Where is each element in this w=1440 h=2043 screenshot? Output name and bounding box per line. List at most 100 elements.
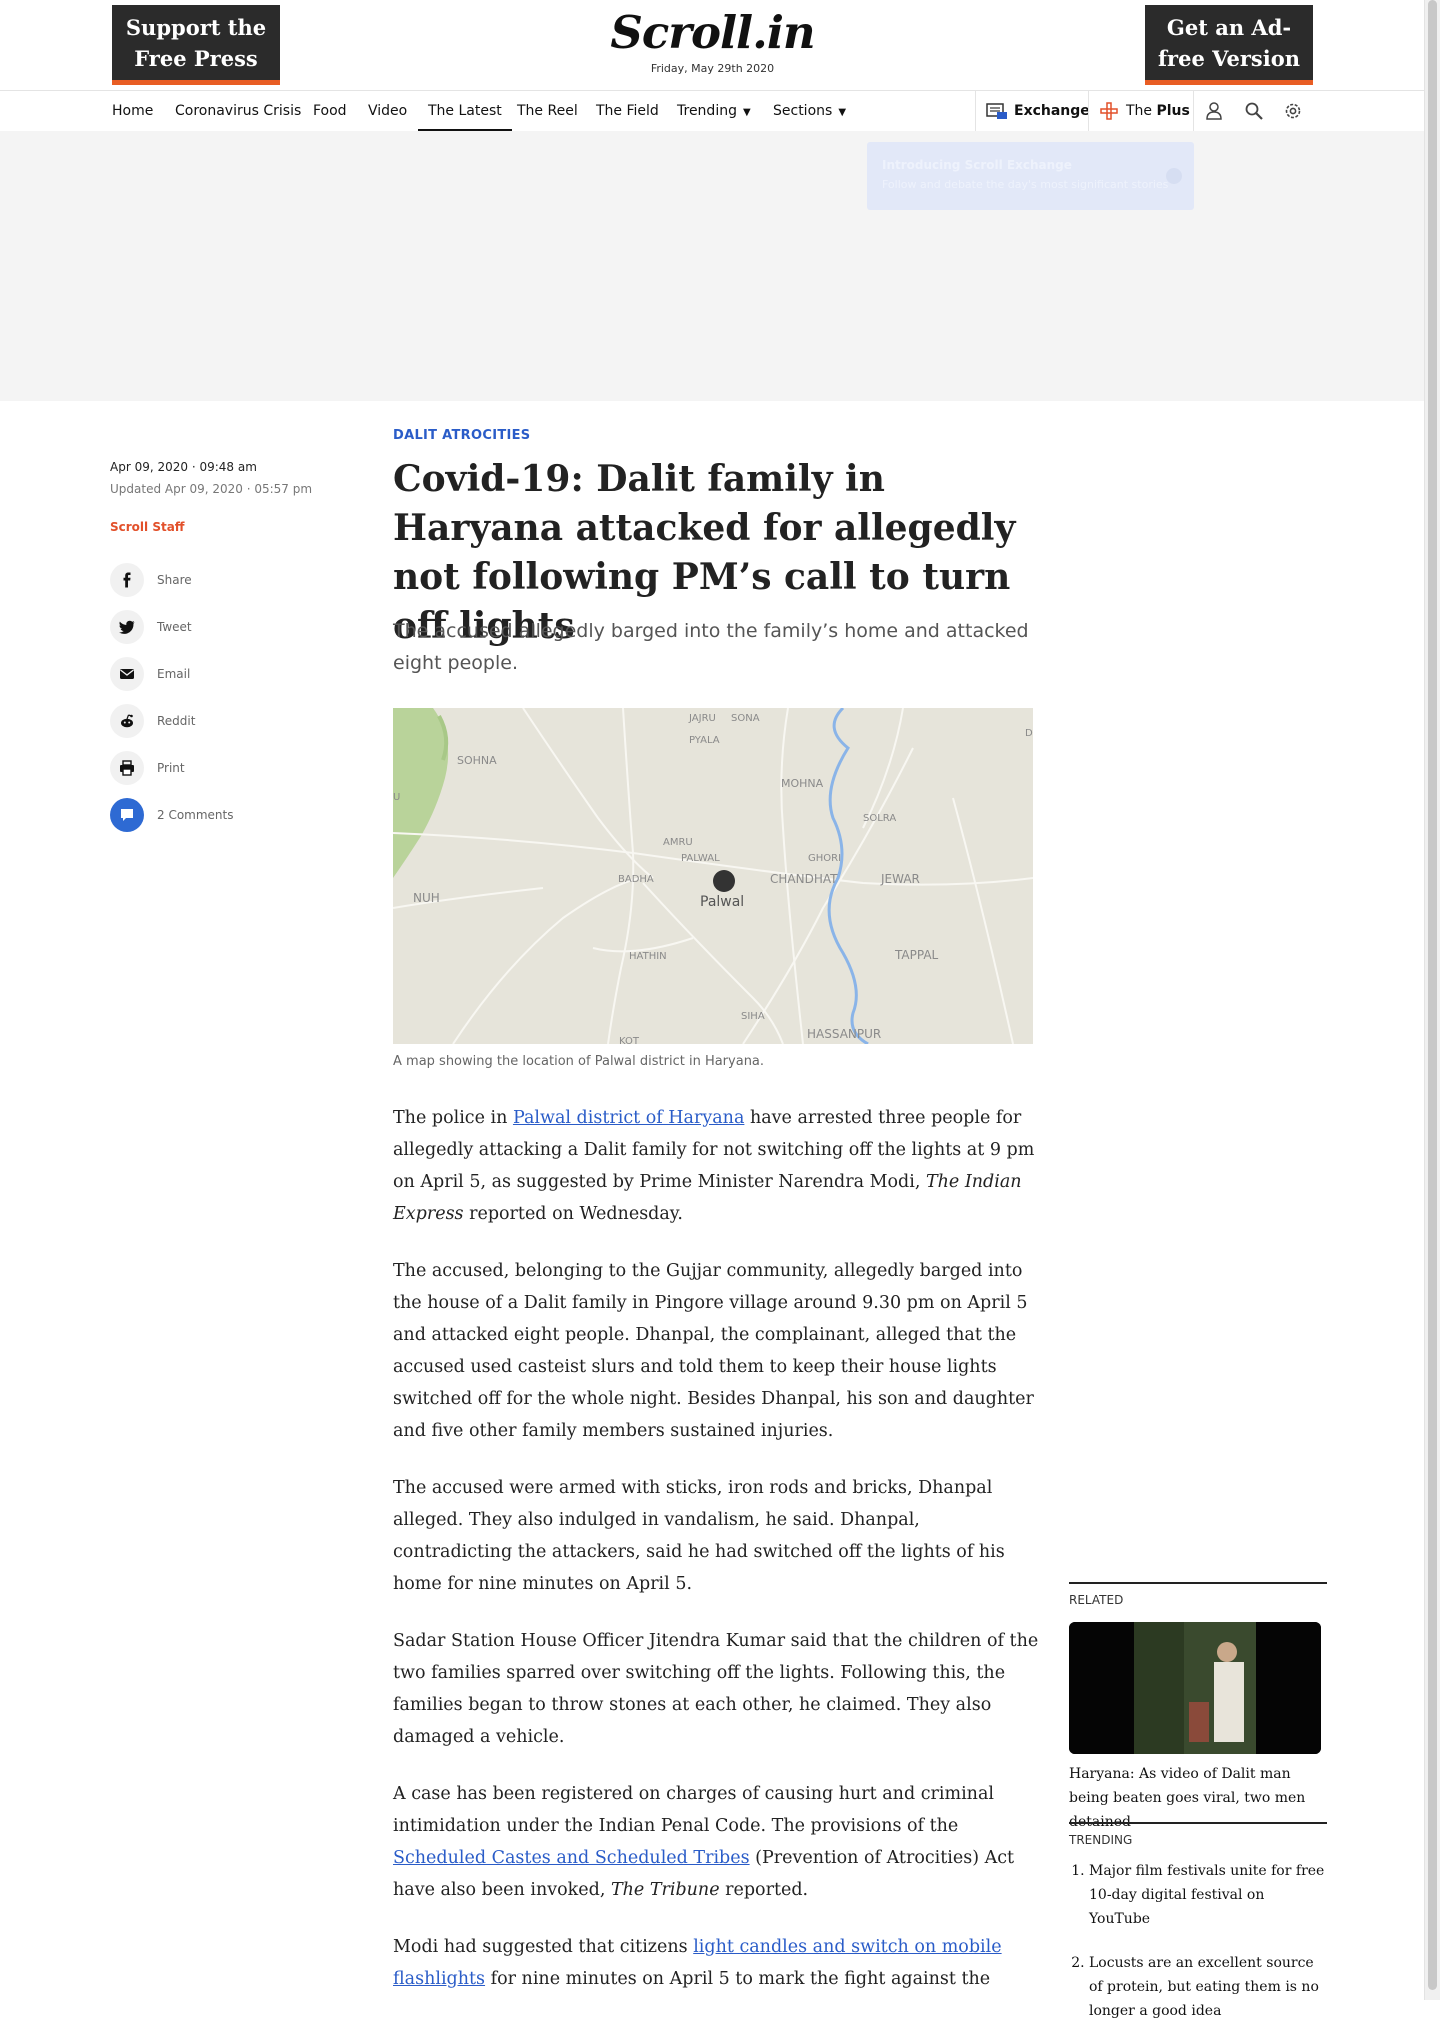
map-label-kot: KOT <box>619 1036 640 1044</box>
nav-divider <box>975 91 976 131</box>
trending-section: TRENDING Major film festivals unite for … <box>1069 1822 1327 2043</box>
related-section: RELATED Haryana: As video of Dalit man b… <box>1069 1582 1327 1830</box>
gear-icon[interactable] <box>1283 101 1303 121</box>
article-meta: Apr 09, 2020 · 09:48 am Updated Apr 09, … <box>110 460 340 534</box>
chevron-down-icon: ▼ <box>838 107 847 118</box>
map-label-pyala: PYALA <box>689 735 720 746</box>
share-label: Share <box>157 573 192 587</box>
p1-text-c: reported on Wednesday. <box>463 1204 683 1224</box>
map-label-hassanpur: HASSANPUR <box>807 1027 881 1041</box>
main-nav: Home Coronavirus Crisis Food Video The L… <box>0 90 1425 132</box>
reddit-icon <box>110 704 144 738</box>
nav-exchange[interactable]: Exchange <box>986 91 1090 131</box>
tweet-label: Tweet <box>157 620 192 634</box>
map-label-siha: SIHA <box>741 1011 765 1022</box>
map-label-badha: BADHA <box>618 874 654 885</box>
nav-item-the-latest[interactable]: The Latest <box>418 91 512 131</box>
map-label-amru: AMRU <box>663 837 693 848</box>
tooltip-text: Follow and debate the day's most signifi… <box>882 178 1169 191</box>
map-label-nuh: NUH <box>413 891 440 905</box>
paragraph-3: The accused were armed with sticks, iron… <box>393 1478 1005 1594</box>
nav-item-sections[interactable]: Sections ▼ <box>773 91 846 131</box>
email-label: Email <box>157 667 191 681</box>
nav-sections-label: Sections <box>773 103 833 119</box>
nav-item-video[interactable]: Video <box>368 91 407 131</box>
location-map[interactable]: JAJRU SONA PYALA SOHNA MOHNA SOLRA AMRU … <box>393 708 1033 1044</box>
related-thumbnail[interactable] <box>1069 1622 1321 1754</box>
updated-date: Updated Apr 09, 2020 · 05:57 pm <box>110 482 313 496</box>
trending-heading: TRENDING <box>1069 1822 1327 1847</box>
nav-item-home[interactable]: Home <box>112 91 153 131</box>
article-category[interactable]: DALIT ATROCITIES <box>393 428 530 443</box>
facebook-icon <box>110 563 144 597</box>
share-facebook-button[interactable]: Share <box>110 563 310 597</box>
page-scrollbar[interactable] <box>1424 0 1440 2000</box>
paragraph-2: The accused, belonging to the Gujjar com… <box>393 1261 1034 1441</box>
nav-item-food[interactable]: Food <box>313 91 347 131</box>
map-label-edge-u: U <box>393 792 400 803</box>
the-plus-label: Plus <box>1156 103 1190 119</box>
related-heading: RELATED <box>1069 1582 1327 1607</box>
map-marker-icon <box>713 870 735 892</box>
trending-item[interactable]: Major film festivals unite for free 10-d… <box>1089 1859 1327 1931</box>
site-header: Support the Free Press Scroll.in Friday,… <box>0 0 1425 90</box>
ad-free-version-button[interactable]: Get an Ad-free Version <box>1145 5 1313 85</box>
map-label-chandhat: CHANDHAT <box>770 872 838 886</box>
map-label-tappal: TAPPAL <box>894 948 939 962</box>
article-body: The police in Palwal district of Haryana… <box>393 1102 1043 2020</box>
paragraph-5: A case has been registered on charges of… <box>393 1778 1043 1906</box>
the-plus-prefix: The <box>1126 103 1153 119</box>
nav-the-plus[interactable]: The Plus <box>1100 91 1190 131</box>
map-label-ghori: GHORI <box>808 853 841 864</box>
nav-item-trending[interactable]: Trending ▼ <box>677 91 751 131</box>
p5-text-a: A case has been registered on charges of… <box>393 1784 994 1836</box>
twitter-icon <box>110 610 144 644</box>
map-label-edge-d: D <box>1025 728 1033 739</box>
reddit-label: Reddit <box>157 714 196 728</box>
paragraph-4: Sadar Station House Officer Jitendra Kum… <box>393 1631 1039 1747</box>
p5-source: The Tribune <box>610 1880 720 1900</box>
comments-button[interactable]: 2 Comments <box>110 798 310 832</box>
share-email-button[interactable]: Email <box>110 657 310 691</box>
nav-item-coronavirus-crisis[interactable]: Coronavirus Crisis <box>175 91 301 131</box>
trending-list: Major film festivals unite for free 10-d… <box>1069 1859 1327 2023</box>
print-label: Print <box>157 761 185 775</box>
comment-icon <box>110 798 144 832</box>
map-label-solra: SOLRA <box>863 813 896 824</box>
palwal-district-link[interactable]: Palwal district of Haryana <box>513 1108 744 1128</box>
print-icon <box>110 751 144 785</box>
p5-text-c: reported. <box>719 1880 809 1900</box>
scrollbar-thumb[interactable] <box>1428 0 1437 1990</box>
exchange-label: Exchange <box>1014 103 1090 119</box>
nav-item-the-field[interactable]: The Field <box>596 91 659 131</box>
share-reddit-button[interactable]: Reddit <box>110 704 310 738</box>
share-twitter-button[interactable]: Tweet <box>110 610 310 644</box>
advertisement-area <box>0 131 1425 401</box>
plus-icon <box>1100 102 1118 120</box>
p1-text-a: The police in <box>393 1108 513 1128</box>
map-label-jajru: JAJRU <box>688 713 716 724</box>
map-label-jewar: JEWAR <box>880 872 920 886</box>
email-icon <box>110 657 144 691</box>
trending-item[interactable]: Locusts are an excellent source of prote… <box>1089 1951 1327 2023</box>
exchange-intro-tooltip: Introducing Scroll Exchange Follow and d… <box>867 142 1194 210</box>
comments-label: 2 Comments <box>157 808 234 822</box>
p6-text-a: Modi had suggested that citizens <box>393 1937 694 1957</box>
map-label-mohna: MOHNA <box>781 777 824 790</box>
map-label-hathin: HATHIN <box>629 951 667 962</box>
tooltip-title: Introducing Scroll Exchange <box>882 158 1072 172</box>
published-date: Apr 09, 2020 · 09:48 am <box>110 460 257 474</box>
exchange-icon <box>986 103 1007 119</box>
author-link[interactable]: Scroll Staff <box>110 520 185 534</box>
nav-item-the-reel[interactable]: The Reel <box>517 91 578 131</box>
print-button[interactable]: Print <box>110 751 310 785</box>
map-label-palwal: Palwal <box>700 894 744 910</box>
nav-trending-label: Trending <box>677 103 737 119</box>
p6-text-b: for nine minutes on April 5 to mark the … <box>485 1969 991 1989</box>
sc-st-link[interactable]: Scheduled Castes and Scheduled Tribes <box>393 1848 750 1868</box>
user-icon[interactable] <box>1204 101 1224 121</box>
close-icon[interactable] <box>1166 168 1182 184</box>
paragraph-6: Modi had suggested that citizens light c… <box>393 1931 1043 1995</box>
search-icon[interactable] <box>1244 101 1264 121</box>
article-subtitle: The accused allegedly barged into the fa… <box>393 620 1029 674</box>
